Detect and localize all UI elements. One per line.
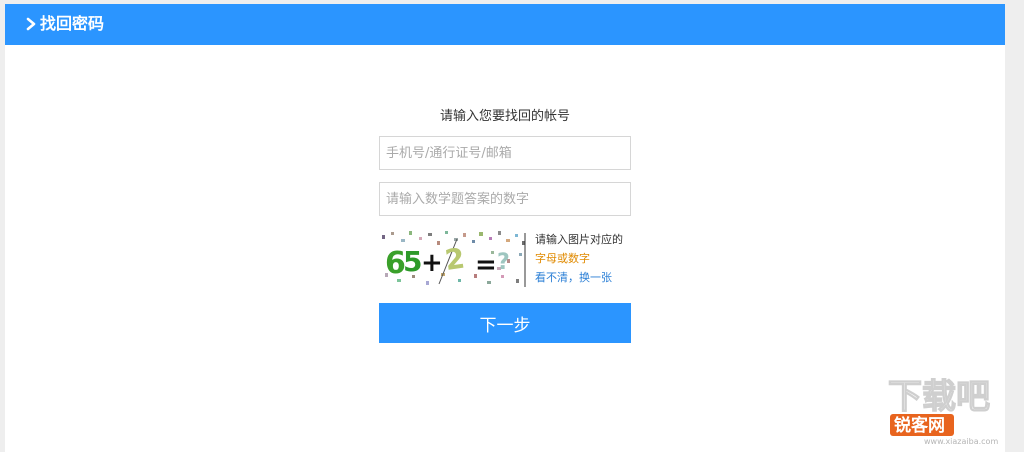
captcha-answer-input[interactable] (379, 182, 631, 216)
captcha-hint-line1: 请输入图片对应的 (535, 233, 623, 246)
svg-text:锐客网: 锐客网 (894, 415, 945, 436)
captcha-hint-line2: 字母或数字 (535, 252, 590, 265)
captcha-image[interactable]: 6 5 + 2 = ? (379, 229, 529, 287)
account-input[interactable] (379, 136, 631, 170)
svg-text:=: = (475, 250, 497, 280)
next-step-button[interactable]: 下一步 (379, 303, 631, 343)
captcha-hint: 请输入图片对应的 字母或数字 看不清，换一张 (535, 230, 645, 287)
page-title: 找回密码 (40, 14, 105, 33)
find-password-panel: 找回密码 请输入您要找回的帐号 手机号/通行证号/邮箱 请输入数学题答案的数字 … (5, 4, 1005, 452)
site-watermark-logo: 下载吧 锐客网 www.xiazaiba.com (880, 376, 1020, 448)
svg-text:5: 5 (403, 245, 422, 278)
page-header: 找回密码 (5, 4, 1005, 45)
svg-text:?: ? (497, 250, 510, 275)
captcha-refresh-link[interactable]: 看不清，换一张 (535, 268, 645, 287)
svg-text:www.xiazaiba.com: www.xiazaiba.com (924, 437, 998, 446)
account-prompt: 请输入您要找回的帐号 (439, 109, 570, 124)
svg-text:+: + (421, 248, 443, 278)
svg-text:下载吧: 下载吧 (888, 377, 990, 417)
